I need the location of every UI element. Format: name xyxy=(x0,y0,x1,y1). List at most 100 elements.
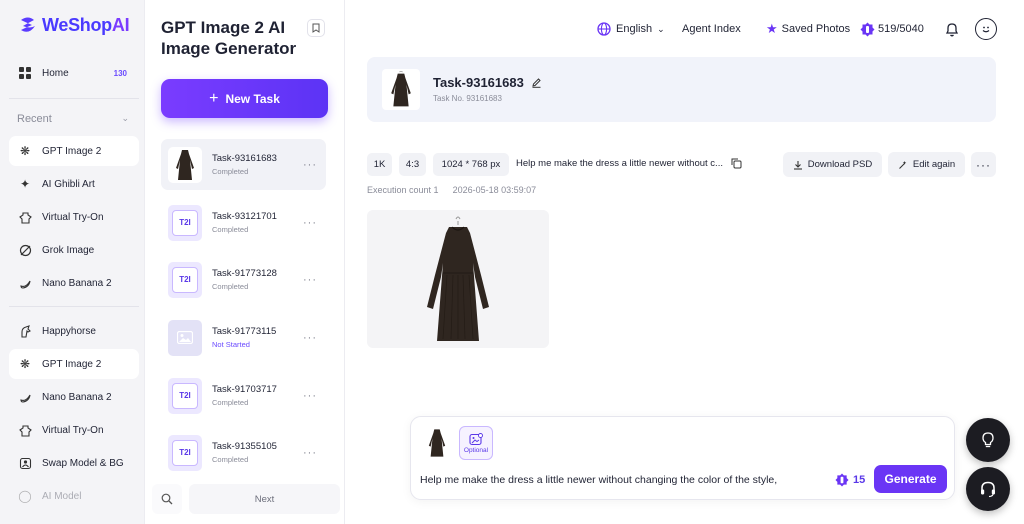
edit-pencil-icon[interactable] xyxy=(531,77,542,88)
sidebar-item-nano-banana-2[interactable]: Nano Banana 2 xyxy=(9,268,139,298)
language-selector[interactable]: English ⌄ xyxy=(597,18,665,40)
task-thumbnail xyxy=(168,319,202,356)
swap-icon xyxy=(17,455,33,471)
aspect-ratio-chip: 4:3 xyxy=(399,153,426,176)
hanger-icon xyxy=(17,422,33,438)
edit-again-button[interactable]: Edit again xyxy=(888,152,965,177)
credit-coin-icon xyxy=(835,473,849,487)
sidebar-item-label: Nano Banana 2 xyxy=(42,391,112,403)
optional-upload-button[interactable]: Optional xyxy=(459,426,493,460)
brand-name: WeShop xyxy=(42,14,112,35)
task-thumbnail xyxy=(168,146,202,183)
task-list-item[interactable]: T2I Task-93121701 Completed ··· xyxy=(161,197,326,248)
more-options-button[interactable]: ··· xyxy=(971,152,996,177)
hanger-icon xyxy=(17,209,33,225)
sparkle-icon: ✦ xyxy=(19,177,31,191)
task-list-item[interactable]: T2I Task-91355105 Completed ··· xyxy=(161,427,326,478)
sidebar-item-gpt-image-2[interactable]: ❋ GPT Image 2 xyxy=(9,136,139,166)
new-task-button[interactable]: + New Task xyxy=(161,79,328,118)
resolution-chip: 1K xyxy=(367,153,392,176)
more-icon[interactable]: ··· xyxy=(303,390,317,402)
task-name: Task-91355105 xyxy=(212,441,277,452)
task-name: Task-91773115 xyxy=(212,326,277,337)
credits-counter[interactable]: 519/5040 xyxy=(860,18,924,40)
globe-icon xyxy=(597,22,611,36)
image-add-icon xyxy=(469,432,483,445)
sidebar-item-virtual-try-on-tool[interactable]: Virtual Try-On xyxy=(9,415,139,445)
sidebar-item-label: GPT Image 2 xyxy=(42,145,102,157)
search-button[interactable] xyxy=(152,484,182,514)
gpt-icon: ❋ xyxy=(19,357,31,371)
headset-icon xyxy=(981,481,995,498)
sidebar-item-nano-banana-2-tool[interactable]: Nano Banana 2 xyxy=(9,382,139,412)
task-thumbnail: T2I xyxy=(168,434,202,471)
brand-ai: AI xyxy=(111,14,130,35)
generate-button[interactable]: Generate xyxy=(874,465,947,493)
task-thumbnail: T2I xyxy=(168,204,202,241)
more-icon[interactable]: ··· xyxy=(303,447,317,459)
divider xyxy=(9,98,139,99)
t2i-badge: T2I xyxy=(172,209,198,236)
sidebar-item-ai-model[interactable]: ◯ AI Model xyxy=(9,481,139,511)
sidebar-item-virtual-try-on[interactable]: Virtual Try-On xyxy=(9,202,139,232)
copy-icon[interactable] xyxy=(731,158,742,169)
result-image[interactable] xyxy=(367,210,549,348)
notifications-button[interactable] xyxy=(945,18,959,40)
bell-icon xyxy=(945,22,959,36)
lightbulb-icon xyxy=(982,432,994,448)
sidebar-item-swap-model-bg[interactable]: Swap Model & BG xyxy=(9,448,139,478)
sidebar-item-label: GPT Image 2 xyxy=(42,358,102,370)
bookmark-button[interactable] xyxy=(307,19,325,37)
t2i-badge: T2I xyxy=(172,382,198,409)
execution-timestamp: 2026-05-18 03:59:07 xyxy=(452,185,537,195)
more-icon[interactable]: ··· xyxy=(303,217,317,229)
more-icon[interactable]: ··· xyxy=(303,332,317,344)
next-button[interactable]: Next xyxy=(189,484,340,514)
task-name: Task-93121701 xyxy=(212,211,277,222)
task-number: Task No. 93161683 xyxy=(433,94,502,103)
sidebar-item-label: Virtual Try-On xyxy=(42,424,104,436)
download-psd-button[interactable]: Download PSD xyxy=(783,152,882,177)
sidebar-item-home[interactable]: Home 130 xyxy=(9,58,139,88)
download-icon xyxy=(793,160,802,170)
sidebar-item-label: Virtual Try-On xyxy=(42,211,104,223)
task-list-item[interactable]: T2I Task-91703717 Completed ··· xyxy=(161,370,326,421)
task-list-item[interactable]: T2I Task-91773128 Completed ··· xyxy=(161,254,326,305)
smiley-icon xyxy=(982,26,990,33)
prompt-input[interactable]: Help me make the dress a little newer wi… xyxy=(420,474,777,486)
more-icon[interactable]: ··· xyxy=(303,159,317,171)
prompt-composer: Optional Help me make the dress a little… xyxy=(410,416,955,500)
more-icon[interactable]: ··· xyxy=(303,274,317,286)
recent-header[interactable]: Recent ⌄ xyxy=(17,113,129,125)
sidebar-item-grok-image[interactable]: Grok Image xyxy=(9,235,139,265)
optional-label: Optional xyxy=(463,446,489,454)
avatar[interactable] xyxy=(975,18,997,40)
tips-button[interactable] xyxy=(966,418,1010,462)
page-title: GPT Image 2 AI Image Generator xyxy=(161,18,297,58)
task-name: Task-93161683 xyxy=(212,153,277,164)
language-label: English xyxy=(616,23,653,35)
sidebar-item-label: AI Model xyxy=(42,490,82,502)
chevron-down-icon: ⌄ xyxy=(657,23,665,34)
task-thumbnail xyxy=(382,69,420,110)
execution-count: Execution count 1 xyxy=(367,185,439,195)
sidebar-item-gpt-image-2-tool[interactable]: ❋ GPT Image 2 xyxy=(9,349,139,379)
execution-info: Execution count 1 2026-05-18 03:59:07 xyxy=(367,185,536,195)
logo[interactable]: WeShopAI xyxy=(17,14,130,36)
sidebar-item-label: Nano Banana 2 xyxy=(42,277,112,289)
task-list-item[interactable]: Task-91773115 Not Started ··· xyxy=(161,312,326,363)
horse-icon xyxy=(17,323,33,339)
task-list-item[interactable]: Task-93161683 Completed ··· xyxy=(161,139,326,190)
agent-index-link[interactable]: Agent Index xyxy=(682,18,741,40)
sidebar-item-label: Grok Image xyxy=(42,244,95,256)
credit-coin-icon xyxy=(860,22,875,36)
support-button[interactable] xyxy=(966,467,1010,511)
plus-icon: + xyxy=(209,89,219,107)
sidebar-item-happyhorse[interactable]: Happyhorse xyxy=(9,316,139,346)
edit-again-label: Edit again xyxy=(912,159,956,170)
reference-image[interactable] xyxy=(422,426,452,460)
sidebar: WeShopAI Home 130 Recent ⌄ ❋ GPT Image 2… xyxy=(0,0,145,524)
saved-photos-link[interactable]: ★ Saved Photos xyxy=(766,18,850,40)
dress-image xyxy=(427,216,489,341)
sidebar-item-ai-ghibli-art[interactable]: ✦ AI Ghibli Art xyxy=(9,169,139,199)
